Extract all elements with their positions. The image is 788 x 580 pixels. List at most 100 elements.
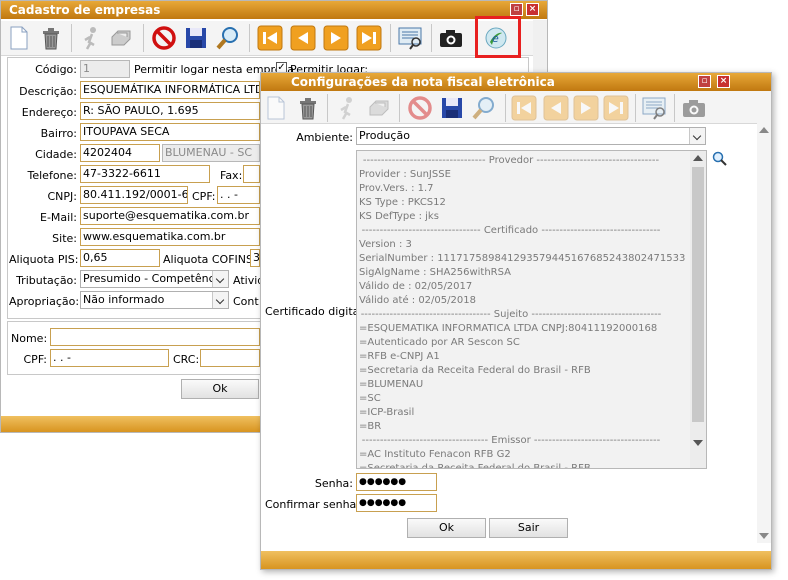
first-record-icon[interactable]: [511, 95, 537, 121]
cidade-code-field[interactable]: 4202404: [80, 144, 160, 162]
certificado-info-box[interactable]: ---------------------------------- Prove…: [356, 150, 707, 469]
cpf-contador-field[interactable]: . . -: [50, 349, 169, 367]
search-icon[interactable]: [471, 95, 497, 121]
aliquota-pis-field[interactable]: 0,65: [80, 249, 160, 267]
tributacao-value: Presumido - Competência: [83, 272, 225, 285]
bairro-field[interactable]: ITOUPAVA SECA: [80, 123, 260, 141]
contribuinte-label: Cont: [233, 295, 259, 308]
nfe-window-scrollbar[interactable]: [757, 123, 771, 543]
senha-field[interactable]: ●●●●●●: [356, 473, 437, 491]
descricao-field[interactable]: ESQUEMÁTIKA INFORMÁTICA LTDA: [80, 81, 260, 99]
confirmar-senha-field[interactable]: ●●●●●●: [356, 494, 437, 512]
trash-icon[interactable]: [39, 25, 65, 51]
new-document-icon[interactable]: [7, 25, 33, 51]
certificado-scrollbar[interactable]: [690, 151, 706, 468]
save-icon[interactable]: [183, 25, 209, 51]
endereco-label: Endereço:: [21, 106, 77, 119]
cpf-field[interactable]: . . -: [217, 186, 260, 204]
scroll-down-icon[interactable]: [693, 440, 703, 446]
codigo-field: 1: [80, 60, 130, 78]
apropriacao-select[interactable]: Não informado: [80, 291, 229, 309]
email-field[interactable]: suporte@esquematika.com.br: [80, 207, 260, 225]
search-icon[interactable]: [215, 25, 241, 51]
certificate-line: Version : 3: [359, 239, 412, 250]
run-icon[interactable]: [335, 95, 361, 121]
cancel-icon[interactable]: [407, 95, 433, 121]
previous-record-icon[interactable]: [543, 95, 569, 121]
crc-field[interactable]: [200, 349, 260, 367]
certificate-section-header: ----------------------------------- Emis…: [361, 435, 661, 446]
cidade-label: Cidade:: [35, 148, 77, 161]
toolbar-separator: [505, 94, 506, 122]
next-record-icon[interactable]: [573, 95, 599, 121]
first-record-icon[interactable]: [257, 25, 283, 51]
certificate-line: =ICP-Brasil: [359, 407, 415, 418]
chevron-down-icon[interactable]: [689, 128, 705, 144]
close-button[interactable]: ×: [717, 75, 730, 88]
scrollbar-thumb[interactable]: [692, 167, 704, 422]
ambiente-select[interactable]: Produção: [356, 127, 706, 145]
report-icon[interactable]: [641, 95, 667, 121]
printer-icon[interactable]: [367, 95, 393, 121]
cnpj-field[interactable]: 80.411.192/0001-68: [80, 186, 188, 204]
cpf-contador-label: CPF:: [23, 353, 48, 366]
cnpj-label: CNPJ:: [47, 190, 78, 203]
toolbar-separator: [249, 24, 250, 52]
next-record-icon[interactable]: [323, 25, 349, 51]
ok-button[interactable]: Ok: [181, 379, 259, 399]
certificate-line: =RFB e-CNPJ A1: [359, 351, 440, 362]
report-icon[interactable]: [397, 25, 423, 51]
printer-icon[interactable]: [109, 25, 135, 51]
ok-button[interactable]: Ok: [407, 518, 486, 538]
cancel-icon[interactable]: [151, 25, 177, 51]
nome-label: Nome:: [11, 332, 48, 345]
nome-field[interactable]: [50, 328, 260, 346]
chevron-down-icon[interactable]: [212, 271, 228, 287]
scroll-up-icon[interactable]: [759, 127, 769, 133]
nfe-toolbar: [261, 91, 771, 124]
nfe-window-titlebar[interactable]: Configurações da nota fiscal eletrônica: [261, 73, 771, 91]
scroll-down-icon[interactable]: [759, 533, 769, 539]
certificate-line: =ESQUEMATIKA INFORMATICA LTDA CNPJ:80411…: [359, 323, 658, 334]
toolbar: e: [1, 21, 547, 56]
scroll-up-icon[interactable]: [693, 155, 703, 161]
new-document-icon[interactable]: [264, 95, 290, 121]
camera-icon[interactable]: [681, 95, 707, 121]
magnifier-icon[interactable]: [712, 151, 728, 167]
last-record-icon[interactable]: [603, 95, 629, 121]
endereco-field[interactable]: R: SÃO PAULO, 1.695: [80, 102, 260, 120]
last-record-icon[interactable]: [356, 25, 382, 51]
aliquota-cofins-label: Aliquota COFINS:: [163, 253, 257, 266]
maximize-button[interactable]: ▫: [510, 3, 523, 16]
window-titlebar[interactable]: Cadastro de empresas: [1, 1, 547, 19]
toolbar-separator: [390, 24, 391, 52]
certificate-line: =Secretaria da Receita Federal do Brasil…: [359, 365, 591, 376]
toolbar-separator: [327, 94, 328, 122]
toolbar-separator: [399, 94, 400, 122]
run-icon[interactable]: [79, 25, 105, 51]
cidade-name-field: BLUMENAU - SC: [162, 144, 260, 162]
previous-record-icon[interactable]: [290, 25, 316, 51]
trash-icon[interactable]: [296, 95, 322, 121]
chevron-down-icon[interactable]: [212, 292, 228, 308]
fax-field[interactable]: [243, 165, 260, 183]
certificate-line: Válido até : 02/05/2018: [359, 295, 476, 306]
aliquota-cofins-field[interactable]: 3: [250, 249, 260, 267]
confirmar-senha-label: Confirmar senha:: [265, 498, 361, 511]
camera-icon[interactable]: [438, 25, 464, 51]
cpf-label: CPF:: [192, 190, 216, 203]
codigo-label: Código:: [35, 63, 77, 76]
certificate-line: =BLUMENAU: [359, 379, 424, 390]
site-field[interactable]: www.esquematika.com.br: [80, 228, 260, 246]
sair-button[interactable]: Sair: [489, 518, 568, 538]
telefone-field[interactable]: 47-3322-6611: [80, 165, 210, 183]
tributacao-label: Tributação:: [16, 274, 77, 287]
ambiente-value: Produção: [359, 129, 410, 142]
close-button[interactable]: ×: [526, 3, 539, 16]
save-icon[interactable]: [439, 95, 465, 121]
tributacao-select[interactable]: Presumido - Competência: [80, 270, 229, 288]
certificate-line: Válido de : 02/05/2017: [359, 281, 473, 292]
maximize-button[interactable]: ▫: [698, 75, 711, 88]
nfe-window-footer: [261, 551, 771, 569]
aliquota-pis-label: Aliquota PIS:: [9, 253, 79, 266]
